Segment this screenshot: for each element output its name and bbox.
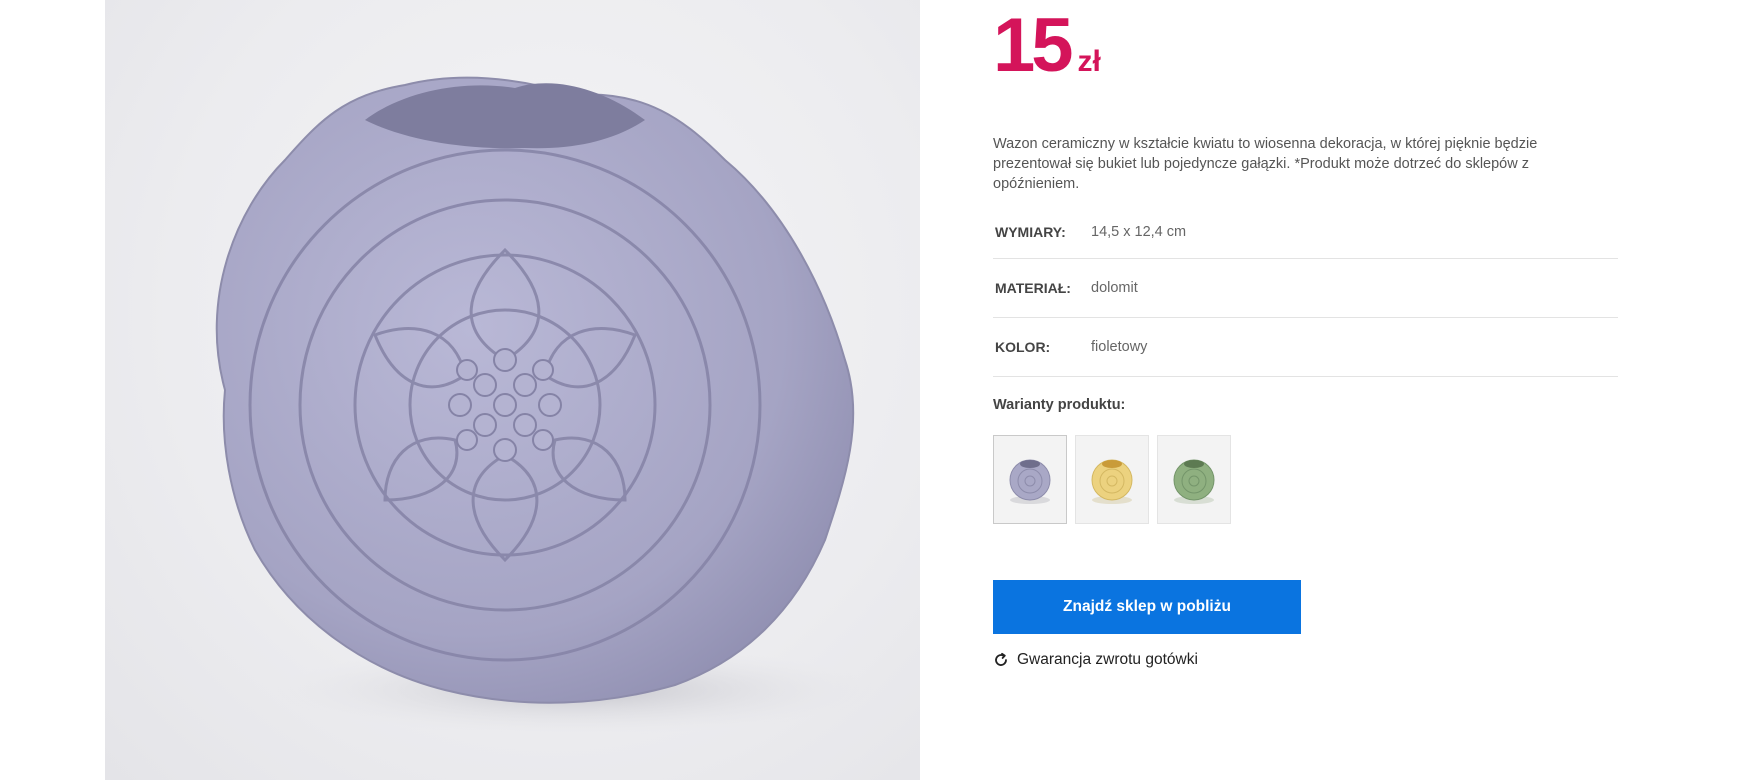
variant-thumbnail-purple[interactable] — [993, 435, 1067, 524]
vase-illustration — [215, 76, 875, 735]
refresh-icon — [995, 652, 1007, 666]
price-currency: zł — [1077, 45, 1101, 78]
spec-value: dolomit — [1091, 280, 1138, 296]
purple-vase-thumbnail — [1009, 459, 1051, 504]
product-description: Wazon ceramiczny w kształcie kwiatu to w… — [993, 136, 1538, 192]
yellow-vase-thumbnail — [1091, 459, 1133, 504]
find-store-button[interactable]: Znajdź sklep w pobliżu — [993, 580, 1301, 634]
variant-thumbnail-yellow[interactable] — [1075, 435, 1149, 524]
spec-label: KOLOR: — [995, 339, 1051, 355]
price-value: 15 — [993, 3, 1074, 88]
product-image — [105, 0, 920, 780]
spec-row-dimensions: WYMIARY: 14,5 x 12,4 cm — [993, 205, 1618, 259]
spec-row-color: KOLOR: fioletowy — [993, 318, 1618, 377]
guarantee-link[interactable]: Gwarancja zwrotu gotówki — [993, 651, 1198, 669]
spec-row-material: MATERIAŁ: dolomit — [993, 259, 1618, 318]
variant-thumbnail-green[interactable] — [1157, 435, 1231, 524]
spec-table: WYMIARY: 14,5 x 12,4 cm MATERIAŁ: dolomi… — [993, 205, 1618, 377]
spec-value: fioletowy — [1091, 339, 1148, 355]
spec-value: 14,5 x 12,4 cm — [1091, 223, 1187, 240]
variant-list — [993, 435, 1231, 524]
price: 15 zł — [993, 8, 1101, 84]
green-vase-thumbnail — [1173, 459, 1215, 504]
spec-label: WYMIARY: — [995, 223, 1066, 240]
variants-title: Warianty produktu: — [993, 397, 1126, 413]
guarantee-label: Gwarancja zwrotu gotówki — [1017, 651, 1198, 668]
spec-label: MATERIAŁ: — [995, 280, 1071, 296]
